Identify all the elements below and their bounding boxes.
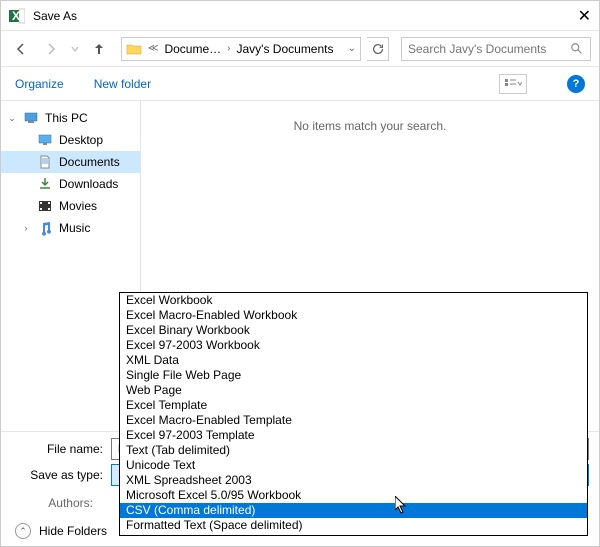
type-option[interactable]: CSV (Comma delimited): [120, 503, 587, 518]
type-option[interactable]: XML Data: [120, 353, 587, 368]
tree-item-label: Documents: [59, 155, 120, 169]
collapse-icon[interactable]: ⌄: [7, 113, 17, 124]
type-option[interactable]: Unicode Text: [120, 458, 587, 473]
address-dropdown[interactable]: ⌄: [348, 43, 356, 54]
forward-button[interactable]: [39, 37, 63, 61]
back-button[interactable]: [9, 37, 33, 61]
search-icon: [570, 42, 584, 56]
type-option[interactable]: Excel Binary Workbook: [120, 323, 587, 338]
refresh-button[interactable]: [367, 37, 389, 61]
navbar: ≪ Docume… › Javy's Documents ⌄: [1, 31, 599, 67]
new-folder-button[interactable]: New folder: [94, 77, 151, 91]
type-option[interactable]: Excel Template: [120, 398, 587, 413]
type-option[interactable]: XML Spreadsheet 2003: [120, 473, 587, 488]
chevron-right-icon: ›: [227, 43, 230, 54]
documents-icon: [37, 154, 53, 170]
type-option[interactable]: Excel Macro-Enabled Workbook: [120, 308, 587, 323]
tree-item-documents[interactable]: Documents: [1, 151, 140, 173]
expand-icon[interactable]: ›: [21, 223, 31, 233]
help-button[interactable]: ?: [567, 75, 585, 93]
svg-text:X: X: [12, 9, 20, 23]
breadcrumb[interactable]: Docume…: [164, 42, 221, 56]
address-bar[interactable]: ≪ Docume… › Javy's Documents ⌄: [121, 37, 361, 61]
type-label: Save as type:: [11, 468, 111, 482]
type-option[interactable]: Web Page: [120, 383, 587, 398]
tree-item-label: Music: [59, 221, 90, 235]
view-options-button[interactable]: [499, 74, 527, 94]
type-option[interactable]: Formatted Text (Space delimited): [120, 518, 587, 533]
tree-label: This PC: [45, 111, 88, 125]
movies-icon: [37, 198, 53, 214]
type-option[interactable]: Microsoft Excel 5.0/95 Workbook: [120, 488, 587, 503]
tree-item-label: Downloads: [59, 177, 118, 191]
up-button[interactable]: [87, 37, 111, 61]
tree-item-music[interactable]: › Music: [1, 217, 140, 239]
type-option[interactable]: Text (Tab delimited): [120, 443, 587, 458]
type-option[interactable]: Text (Macintosh): [120, 533, 587, 536]
tree-item-downloads[interactable]: Downloads: [1, 173, 140, 195]
type-option[interactable]: Excel Macro-Enabled Template: [120, 413, 587, 428]
breadcrumb[interactable]: Javy's Documents: [237, 42, 334, 56]
folder-icon: [126, 41, 142, 57]
music-icon: [37, 220, 53, 236]
pc-icon: [23, 110, 39, 126]
hide-folders-button[interactable]: Hide Folders: [39, 524, 107, 538]
search-input[interactable]: [408, 42, 570, 56]
type-option[interactable]: Single File Web Page: [120, 368, 587, 383]
breadcrumb-chevron: ≪: [148, 43, 158, 54]
tree-this-pc[interactable]: ⌄ This PC: [1, 107, 140, 129]
tree-item-label: Movies: [59, 199, 97, 213]
authors-label: Authors:: [1, 496, 101, 510]
desktop-icon: [37, 132, 53, 148]
recent-dropdown[interactable]: [69, 37, 81, 61]
window-title: Save As: [33, 9, 551, 23]
search-box[interactable]: [401, 37, 591, 61]
excel-icon: X: [9, 8, 25, 24]
type-option[interactable]: Excel 97-2003 Workbook: [120, 338, 587, 353]
close-button[interactable]: ✕: [551, 6, 591, 26]
type-option[interactable]: Excel 97-2003 Template: [120, 428, 587, 443]
type-option[interactable]: Excel Workbook: [120, 293, 587, 308]
filename-label: File name:: [11, 442, 111, 456]
type-dropdown[interactable]: Excel WorkbookExcel Macro-Enabled Workbo…: [119, 292, 588, 536]
tree-item-desktop[interactable]: Desktop: [1, 129, 140, 151]
titlebar: X Save As ✕: [1, 1, 599, 31]
collapse-icon[interactable]: ⌃: [15, 523, 31, 539]
empty-message: No items match your search.: [294, 119, 447, 133]
tree-item-movies[interactable]: Movies: [1, 195, 140, 217]
toolbar: Organize New folder ?: [1, 67, 599, 101]
tree-item-label: Desktop: [59, 133, 103, 147]
organize-menu[interactable]: Organize: [15, 77, 64, 91]
downloads-icon: [37, 176, 53, 192]
